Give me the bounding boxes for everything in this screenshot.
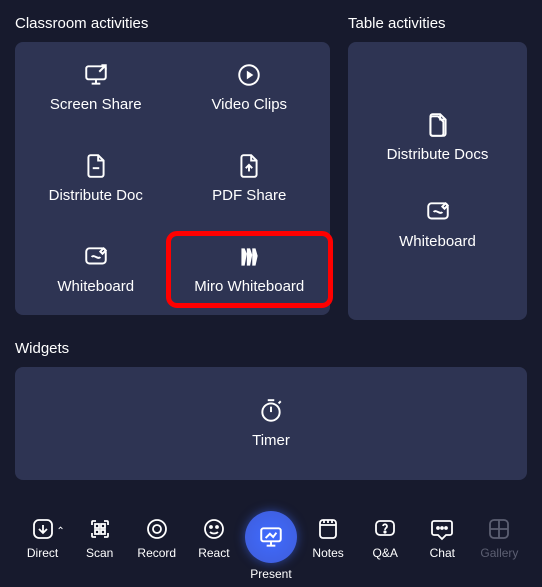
table-whiteboard-icon [425,199,451,225]
gallery-icon [485,515,513,543]
toolbar-direct[interactable]: ⌃ Direct [15,515,71,560]
whiteboard-label: Whiteboard [57,278,134,295]
classroom-activities-title: Classroom activities [15,15,330,32]
scan-icon [86,515,114,543]
whiteboard-activity[interactable]: Whiteboard [19,238,173,301]
pdf-share-label: PDF Share [212,187,286,204]
timer-icon [258,398,284,424]
qa-label: Q&A [373,546,398,560]
pdf-share-activity[interactable]: PDF Share [173,147,327,210]
notes-label: Notes [312,546,343,560]
chat-icon [428,515,456,543]
whiteboard-icon [83,244,109,270]
react-label: React [198,546,229,560]
distribute-doc-icon [83,153,109,179]
distribute-doc-activity[interactable]: Distribute Doc [19,147,173,210]
bottom-toolbar: ⌃ Direct Scan Record React Present Notes [0,503,542,587]
miro-whiteboard-label: Miro Whiteboard [194,278,304,295]
table-whiteboard-activity[interactable]: Whiteboard [362,193,513,256]
direct-label: Direct [27,546,58,560]
table-panel: Distribute Docs Whiteboard [348,42,527,320]
toolbar-notes[interactable]: Notes [300,515,356,560]
timer-label: Timer [252,432,290,449]
table-activities-title: Table activities [348,15,527,32]
present-label: Present [250,567,291,581]
toolbar-scan[interactable]: Scan [72,515,128,560]
video-clips-icon [236,62,262,88]
toolbar-chat[interactable]: Chat [414,515,470,560]
widgets-title: Widgets [15,340,527,357]
miro-whiteboard-activity[interactable]: Miro Whiteboard [173,238,327,301]
distribute-docs-icon [425,112,451,138]
gallery-label: Gallery [480,546,518,560]
notes-icon [314,515,342,543]
screen-share-activity[interactable]: Screen Share [19,56,173,119]
present-icon [257,523,285,551]
widgets-panel: Timer [15,367,527,480]
direct-icon [29,515,57,543]
distribute-doc-label: Distribute Doc [49,187,143,204]
react-icon [200,515,228,543]
toolbar-qa[interactable]: Q&A [357,515,413,560]
miro-icon [236,244,262,270]
distribute-docs-activity[interactable]: Distribute Docs [362,106,513,169]
chevron-up-icon: ⌃ [56,526,64,537]
screen-share-icon [83,62,109,88]
toolbar-present[interactable]: Present [243,515,299,581]
screen-share-label: Screen Share [50,96,142,113]
video-clips-activity[interactable]: Video Clips [173,56,327,119]
classroom-panel: Screen Share Video Clips Distribute Doc [15,42,330,315]
toolbar-record[interactable]: Record [129,515,185,560]
video-clips-label: Video Clips [211,96,287,113]
toolbar-react[interactable]: React [186,515,242,560]
timer-widget[interactable]: Timer [248,392,294,455]
qa-icon [371,515,399,543]
record-icon [143,515,171,543]
table-whiteboard-label: Whiteboard [399,233,476,250]
scan-label: Scan [86,546,113,560]
chat-label: Chat [430,546,455,560]
distribute-docs-label: Distribute Docs [387,146,489,163]
record-label: Record [137,546,176,560]
pdf-share-icon [236,153,262,179]
toolbar-gallery[interactable]: Gallery [471,515,527,560]
